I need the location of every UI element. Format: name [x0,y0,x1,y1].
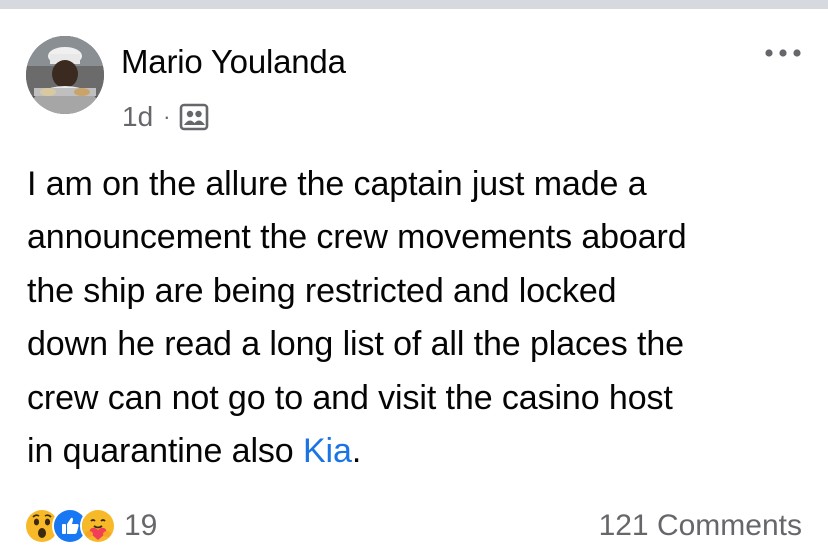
post-text-line: crew can not go to and visit the casino … [27,378,673,417]
post-text-last-line: in quarantine also Kia. [27,425,817,478]
post-text-line: the ship are being restricted and locked [27,271,617,310]
reactions-summary[interactable]: 19 [24,506,157,546]
post-text-line: in quarantine also [27,432,303,471]
post-text-line: I am on the allure the captain just made… [27,165,647,203]
meta-separator: · [163,104,171,129]
post-text-line: down he read a long list of all the plac… [27,325,684,364]
top-divider [0,0,828,9]
post-text-end: . [351,432,362,471]
post-text-line: announcement the crew movements aboard [27,218,687,257]
more-options-button[interactable] [760,38,806,68]
author-avatar[interactable] [26,36,104,114]
ellipsis-icon [765,49,801,57]
comments-count-link[interactable]: 121 Comments [599,506,802,546]
reaction-icons [24,508,116,544]
post-meta: 1d · [122,99,209,135]
care-reaction-icon [80,508,116,544]
post-body: I am on the allure the captain just made… [27,158,817,478]
avatar-photo [26,36,104,114]
mention-link[interactable]: Kia [303,432,352,470]
post-timestamp[interactable]: 1d [122,101,153,133]
reaction-count: 19 [124,509,158,542]
author-name[interactable]: Mario Youlanda [121,43,346,81]
group-icon [179,102,209,132]
